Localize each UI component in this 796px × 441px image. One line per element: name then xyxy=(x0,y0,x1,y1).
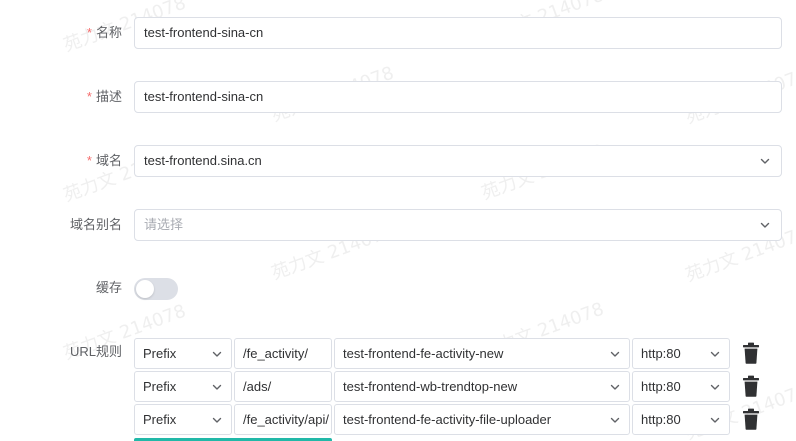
service-select[interactable]: test-frontend-wb-trendtop-new xyxy=(334,371,630,402)
chevron-down-icon xyxy=(759,219,771,231)
name-input[interactable]: test-frontend-sina-cn xyxy=(134,17,782,49)
match-type-select[interactable]: Prefix xyxy=(134,404,232,435)
match-type-select[interactable]: Prefix xyxy=(134,371,232,402)
trash-icon[interactable] xyxy=(741,342,761,364)
cache-label: 缓存 xyxy=(95,280,122,295)
chevron-down-icon xyxy=(211,414,223,426)
service-select[interactable]: test-frontend-fe-activity-new xyxy=(334,338,630,369)
chevron-down-icon xyxy=(759,155,771,167)
domain-alias-placeholder: 请选择 xyxy=(144,217,184,232)
port-select[interactable]: http:80 xyxy=(632,338,730,369)
description-input[interactable]: test-frontend-sina-cn xyxy=(134,81,782,113)
chevron-down-icon xyxy=(211,348,223,360)
domain-alias-select[interactable]: 请选择 xyxy=(134,209,782,241)
required-mark: * xyxy=(86,89,92,104)
port-select[interactable]: http:80 xyxy=(632,404,730,435)
service-select[interactable]: test-frontend-fe-activity-file-uploader xyxy=(334,404,630,435)
path-input[interactable]: /ads/ xyxy=(234,371,332,402)
trash-icon[interactable] xyxy=(741,408,761,430)
path-input[interactable]: /fe_activity/api/ xyxy=(234,404,332,435)
chevron-down-icon xyxy=(609,348,621,360)
trash-icon[interactable] xyxy=(741,375,761,397)
name-label: * 名称 xyxy=(86,25,122,40)
description-label: * 描述 xyxy=(86,89,122,104)
domain-label: * 域名 xyxy=(86,153,122,168)
chevron-down-icon xyxy=(609,381,621,393)
chevron-down-icon xyxy=(211,381,223,393)
domain-select-value: test-frontend.sina.cn xyxy=(144,153,262,168)
chevron-down-icon xyxy=(709,348,721,360)
switch-knob xyxy=(136,280,154,298)
chevron-down-icon xyxy=(609,414,621,426)
required-mark: * xyxy=(86,25,92,40)
domain-alias-label: 域名别名 xyxy=(69,217,122,232)
path-input[interactable]: /fe_activity/ xyxy=(234,338,332,369)
cache-switch[interactable] xyxy=(134,278,178,300)
chevron-down-icon xyxy=(709,381,721,393)
chevron-down-icon xyxy=(709,414,721,426)
required-mark: * xyxy=(86,153,92,168)
domain-select[interactable]: test-frontend.sina.cn xyxy=(134,145,782,177)
port-select[interactable]: http:80 xyxy=(632,371,730,402)
match-type-select[interactable]: Prefix xyxy=(134,338,232,369)
url-rules-label: URL规则 xyxy=(69,344,122,359)
